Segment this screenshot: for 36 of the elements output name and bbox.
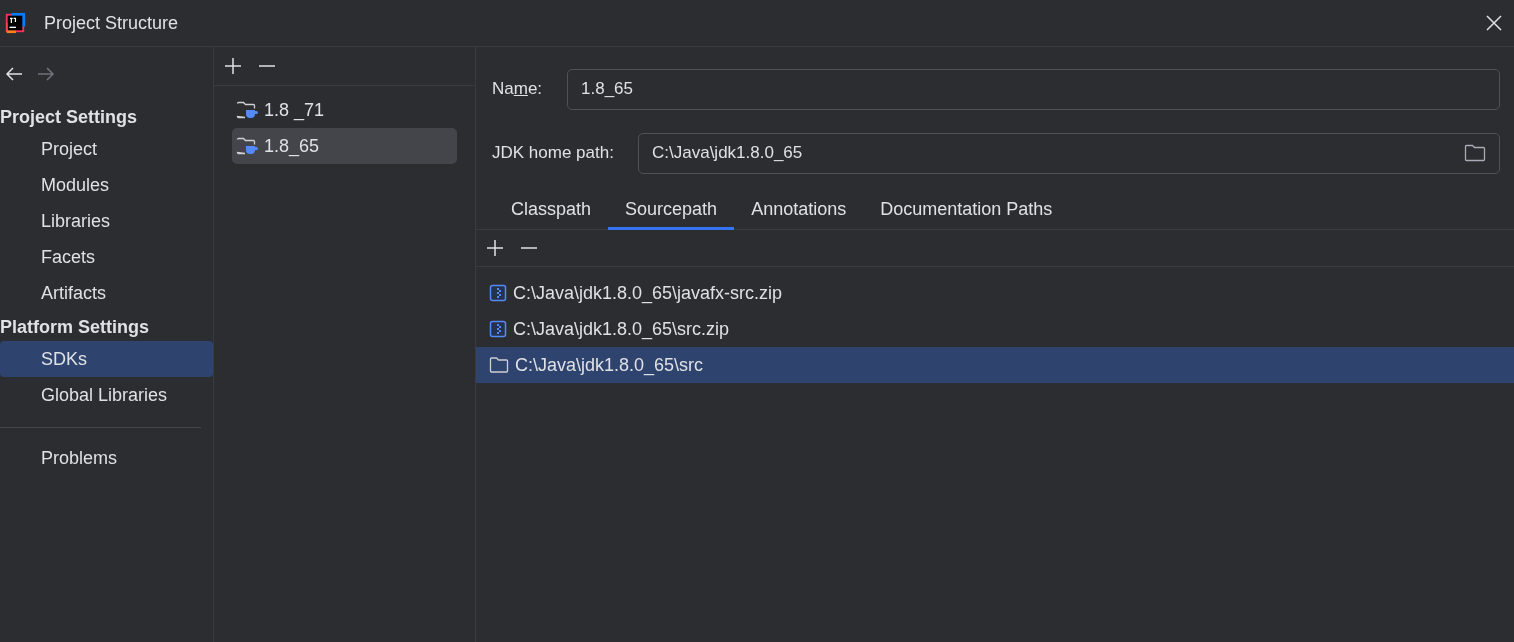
path-row[interactable]: C:\Java\jdk1.8.0_65\src (476, 347, 1514, 383)
close-icon[interactable] (1486, 15, 1502, 31)
sidebar-item[interactable]: Libraries (0, 203, 213, 239)
sidebar-item[interactable]: Modules (0, 167, 213, 203)
archive-icon (489, 320, 507, 338)
sdk-item[interactable]: 1.8_65 (232, 128, 457, 164)
name-label: Name: (492, 78, 544, 101)
app-logo-icon (4, 12, 26, 34)
archive-icon (489, 284, 507, 302)
forward-arrow-icon[interactable] (37, 66, 55, 82)
window-title: Project Structure (44, 11, 179, 35)
folder-icon (489, 356, 509, 374)
jdk-home-path-field[interactable]: C:\Java\jdk1.8.0_65 (638, 132, 1500, 174)
sidebar-item[interactable]: Artifacts (0, 275, 213, 311)
sidebar-item[interactable]: Project (0, 131, 213, 167)
back-arrow-icon[interactable] (5, 66, 23, 82)
add-icon[interactable] (224, 57, 242, 75)
tab[interactable]: Documentation Paths (863, 192, 1070, 230)
sdk-item[interactable]: 1.8 _71 (232, 92, 457, 128)
tab[interactable]: Sourcepath (608, 192, 735, 230)
sidebar-item[interactable]: SDKs (0, 341, 213, 377)
sidebar-item[interactable]: Global Libraries (0, 377, 213, 413)
jdk-folder-icon (236, 136, 258, 156)
name-field[interactable]: 1.8_65 (567, 68, 1500, 110)
jdk-folder-icon (236, 100, 258, 120)
tab[interactable]: Classpath (494, 192, 609, 230)
add-path-icon[interactable] (486, 239, 504, 257)
section-heading: Project Settings (0, 106, 139, 129)
sidebar-item[interactable]: Problems (0, 440, 213, 476)
jdk-home-path-label: JDK home path: (492, 142, 615, 165)
path-row[interactable]: C:\Java\jdk1.8.0_65\javafx-src.zip (476, 275, 1514, 311)
folder-icon[interactable] (1464, 143, 1486, 163)
path-row[interactable]: C:\Java\jdk1.8.0_65\src.zip (476, 311, 1514, 347)
tab[interactable]: Annotations (734, 192, 864, 230)
sidebar-item[interactable]: Facets (0, 239, 213, 275)
section-heading: Platform Settings (0, 316, 151, 339)
